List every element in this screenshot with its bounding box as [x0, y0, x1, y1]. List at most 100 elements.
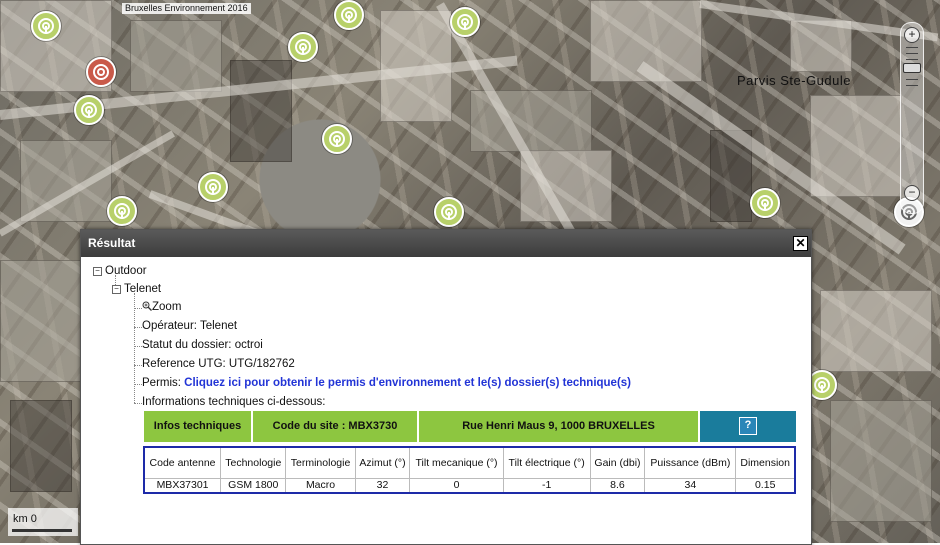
- col-dimension: Dimension: [735, 446, 796, 479]
- scale-label: km 0: [13, 513, 37, 525]
- zoom-link[interactable]: Zoom: [142, 301, 181, 313]
- map-block: [130, 20, 222, 92]
- antenna-icon: [329, 131, 345, 147]
- zoom-out-button[interactable]: −: [904, 185, 920, 201]
- cell-azimut: 32: [354, 478, 411, 494]
- cell-tilt-mecanique: 0: [409, 478, 504, 494]
- map-block: [810, 95, 902, 197]
- statut-value: octroi: [234, 339, 263, 351]
- col-technologie: Technologie: [220, 446, 287, 479]
- zoom-tick: [906, 85, 918, 86]
- permis-link[interactable]: Cliquez ici pour obtenir le permis d'env…: [184, 377, 631, 389]
- tree-connector: [134, 365, 142, 366]
- result-dialog: Résultat ✕ − Outdoor − Telenet Zoom Opér…: [80, 229, 812, 545]
- map-block: [0, 260, 82, 382]
- dialog-body: − Outdoor − Telenet Zoom Opérateur: Tele…: [81, 257, 811, 544]
- antenna-icon: [93, 64, 109, 80]
- zoom-tick: [906, 79, 918, 80]
- antenna-icon: [757, 195, 773, 211]
- antenna-marker[interactable]: [450, 7, 480, 37]
- collapse-toggle-telenet[interactable]: −: [112, 285, 121, 294]
- place-label: Parvis Ste-Gudule: [737, 73, 851, 88]
- operateur-row: Opérateur: Telenet: [142, 320, 237, 332]
- antenna-marker[interactable]: [322, 124, 352, 154]
- permis-label: Permis:: [142, 377, 185, 389]
- antenna-icon: [814, 377, 830, 393]
- tree-connector: [134, 308, 142, 309]
- reference-value: UTG/182762: [228, 358, 295, 370]
- dialog-header: Résultat ✕: [81, 230, 811, 257]
- antenna-marker[interactable]: [198, 172, 228, 202]
- info-bar: Infos techniques Code du site : MBX3730 …: [143, 410, 799, 443]
- reference-row: Reference UTG: UTG/182762: [142, 358, 295, 370]
- antenna-icon: [457, 14, 473, 30]
- antenna-marker[interactable]: [31, 11, 61, 41]
- antenna-icon: [38, 18, 54, 34]
- antenna-marker[interactable]: [434, 197, 464, 227]
- zoom-slider-bar[interactable]: + −: [900, 22, 924, 214]
- table-header-row: Code antenne Technologie Terminologie Az…: [143, 446, 796, 479]
- cell-terminologie: Macro: [285, 478, 356, 494]
- tree-connector: [134, 384, 142, 385]
- tree-node-telenet[interactable]: Telenet: [124, 283, 161, 295]
- zoom-tick: [906, 59, 918, 60]
- col-gain: Gain (dbi): [589, 446, 646, 479]
- zoom-in-button[interactable]: +: [904, 27, 920, 43]
- col-tilt-mecanique: Tilt mecanique (°): [409, 446, 504, 479]
- zoom-tick: [906, 47, 918, 48]
- address-cell: Rue Henri Maus 9, 1000 BRUXELLES: [418, 410, 699, 443]
- code-site-cell: Code du site : MBX3730: [252, 410, 418, 443]
- operateur-label: Opérateur:: [142, 320, 200, 332]
- operateur-value: Telenet: [199, 320, 238, 332]
- cell-dimension: 0.15: [735, 478, 796, 494]
- zoom-magnifier-icon: [142, 301, 152, 311]
- map-block: [820, 290, 932, 372]
- antenna-marker[interactable]: [74, 95, 104, 125]
- cell-code-antenne: MBX37301: [143, 478, 222, 494]
- infos-techniques-tab[interactable]: Infos techniques: [143, 410, 252, 443]
- map-block: [830, 400, 932, 522]
- col-azimut: Azimut (°): [354, 446, 411, 479]
- permis-row: Permis: Cliquez ici pour obtenir le perm…: [142, 377, 631, 389]
- cell-tilt-electrique: -1: [502, 478, 591, 494]
- tree-connector: [134, 346, 142, 347]
- antenna-marker-red[interactable]: [86, 57, 116, 87]
- tree-node-outdoor[interactable]: Outdoor: [105, 265, 147, 277]
- tree-connector: [134, 327, 142, 328]
- dialog-title: Résultat: [88, 236, 136, 250]
- antenna-marker[interactable]: [288, 32, 318, 62]
- cell-technologie: GSM 1800: [220, 478, 287, 494]
- statut-row: Statut du dossier: octroi: [142, 339, 263, 351]
- zoom-slider-handle[interactable]: [903, 63, 921, 73]
- antenna-icon: [295, 39, 311, 55]
- table-row: MBX37301 GSM 1800 Macro 32 0 -1 8.6 34 0…: [143, 478, 796, 494]
- reference-label: Reference UTG:: [142, 358, 229, 370]
- antenna-marker[interactable]: [107, 196, 137, 226]
- info-technique-label: Informations techniques ci-dessous:: [142, 396, 326, 408]
- col-code-antenne: Code antenne: [143, 446, 222, 479]
- help-cell: ?: [699, 410, 797, 443]
- cell-gain: 8.6: [589, 478, 646, 494]
- map-block: [470, 90, 592, 152]
- antenna-icon: [114, 203, 130, 219]
- col-puissance: Puissance (dBm): [644, 446, 737, 479]
- antenna-marker[interactable]: [750, 188, 780, 218]
- antenna-icon: [205, 179, 221, 195]
- map-scale: km 0: [8, 508, 78, 536]
- antenna-marker[interactable]: [334, 0, 364, 30]
- antenna-icon: [341, 7, 357, 23]
- tree-connector: [134, 293, 135, 403]
- map-copyright: Bruxelles Environnement 2016: [122, 3, 251, 14]
- close-button[interactable]: ✕: [793, 236, 808, 251]
- antenna-icon: [441, 204, 457, 220]
- collapse-toggle-outdoor[interactable]: −: [93, 267, 102, 276]
- map-block: [10, 400, 72, 492]
- map-block: [230, 60, 292, 162]
- cell-puissance: 34: [644, 478, 737, 494]
- scale-bar: [12, 529, 72, 532]
- help-button[interactable]: ?: [739, 417, 757, 436]
- col-terminologie: Terminologie: [285, 446, 356, 479]
- zoom-tick: [906, 53, 918, 54]
- technical-data-table: Code antenne Technologie Terminologie Az…: [143, 446, 796, 494]
- tree-connector: [134, 403, 142, 404]
